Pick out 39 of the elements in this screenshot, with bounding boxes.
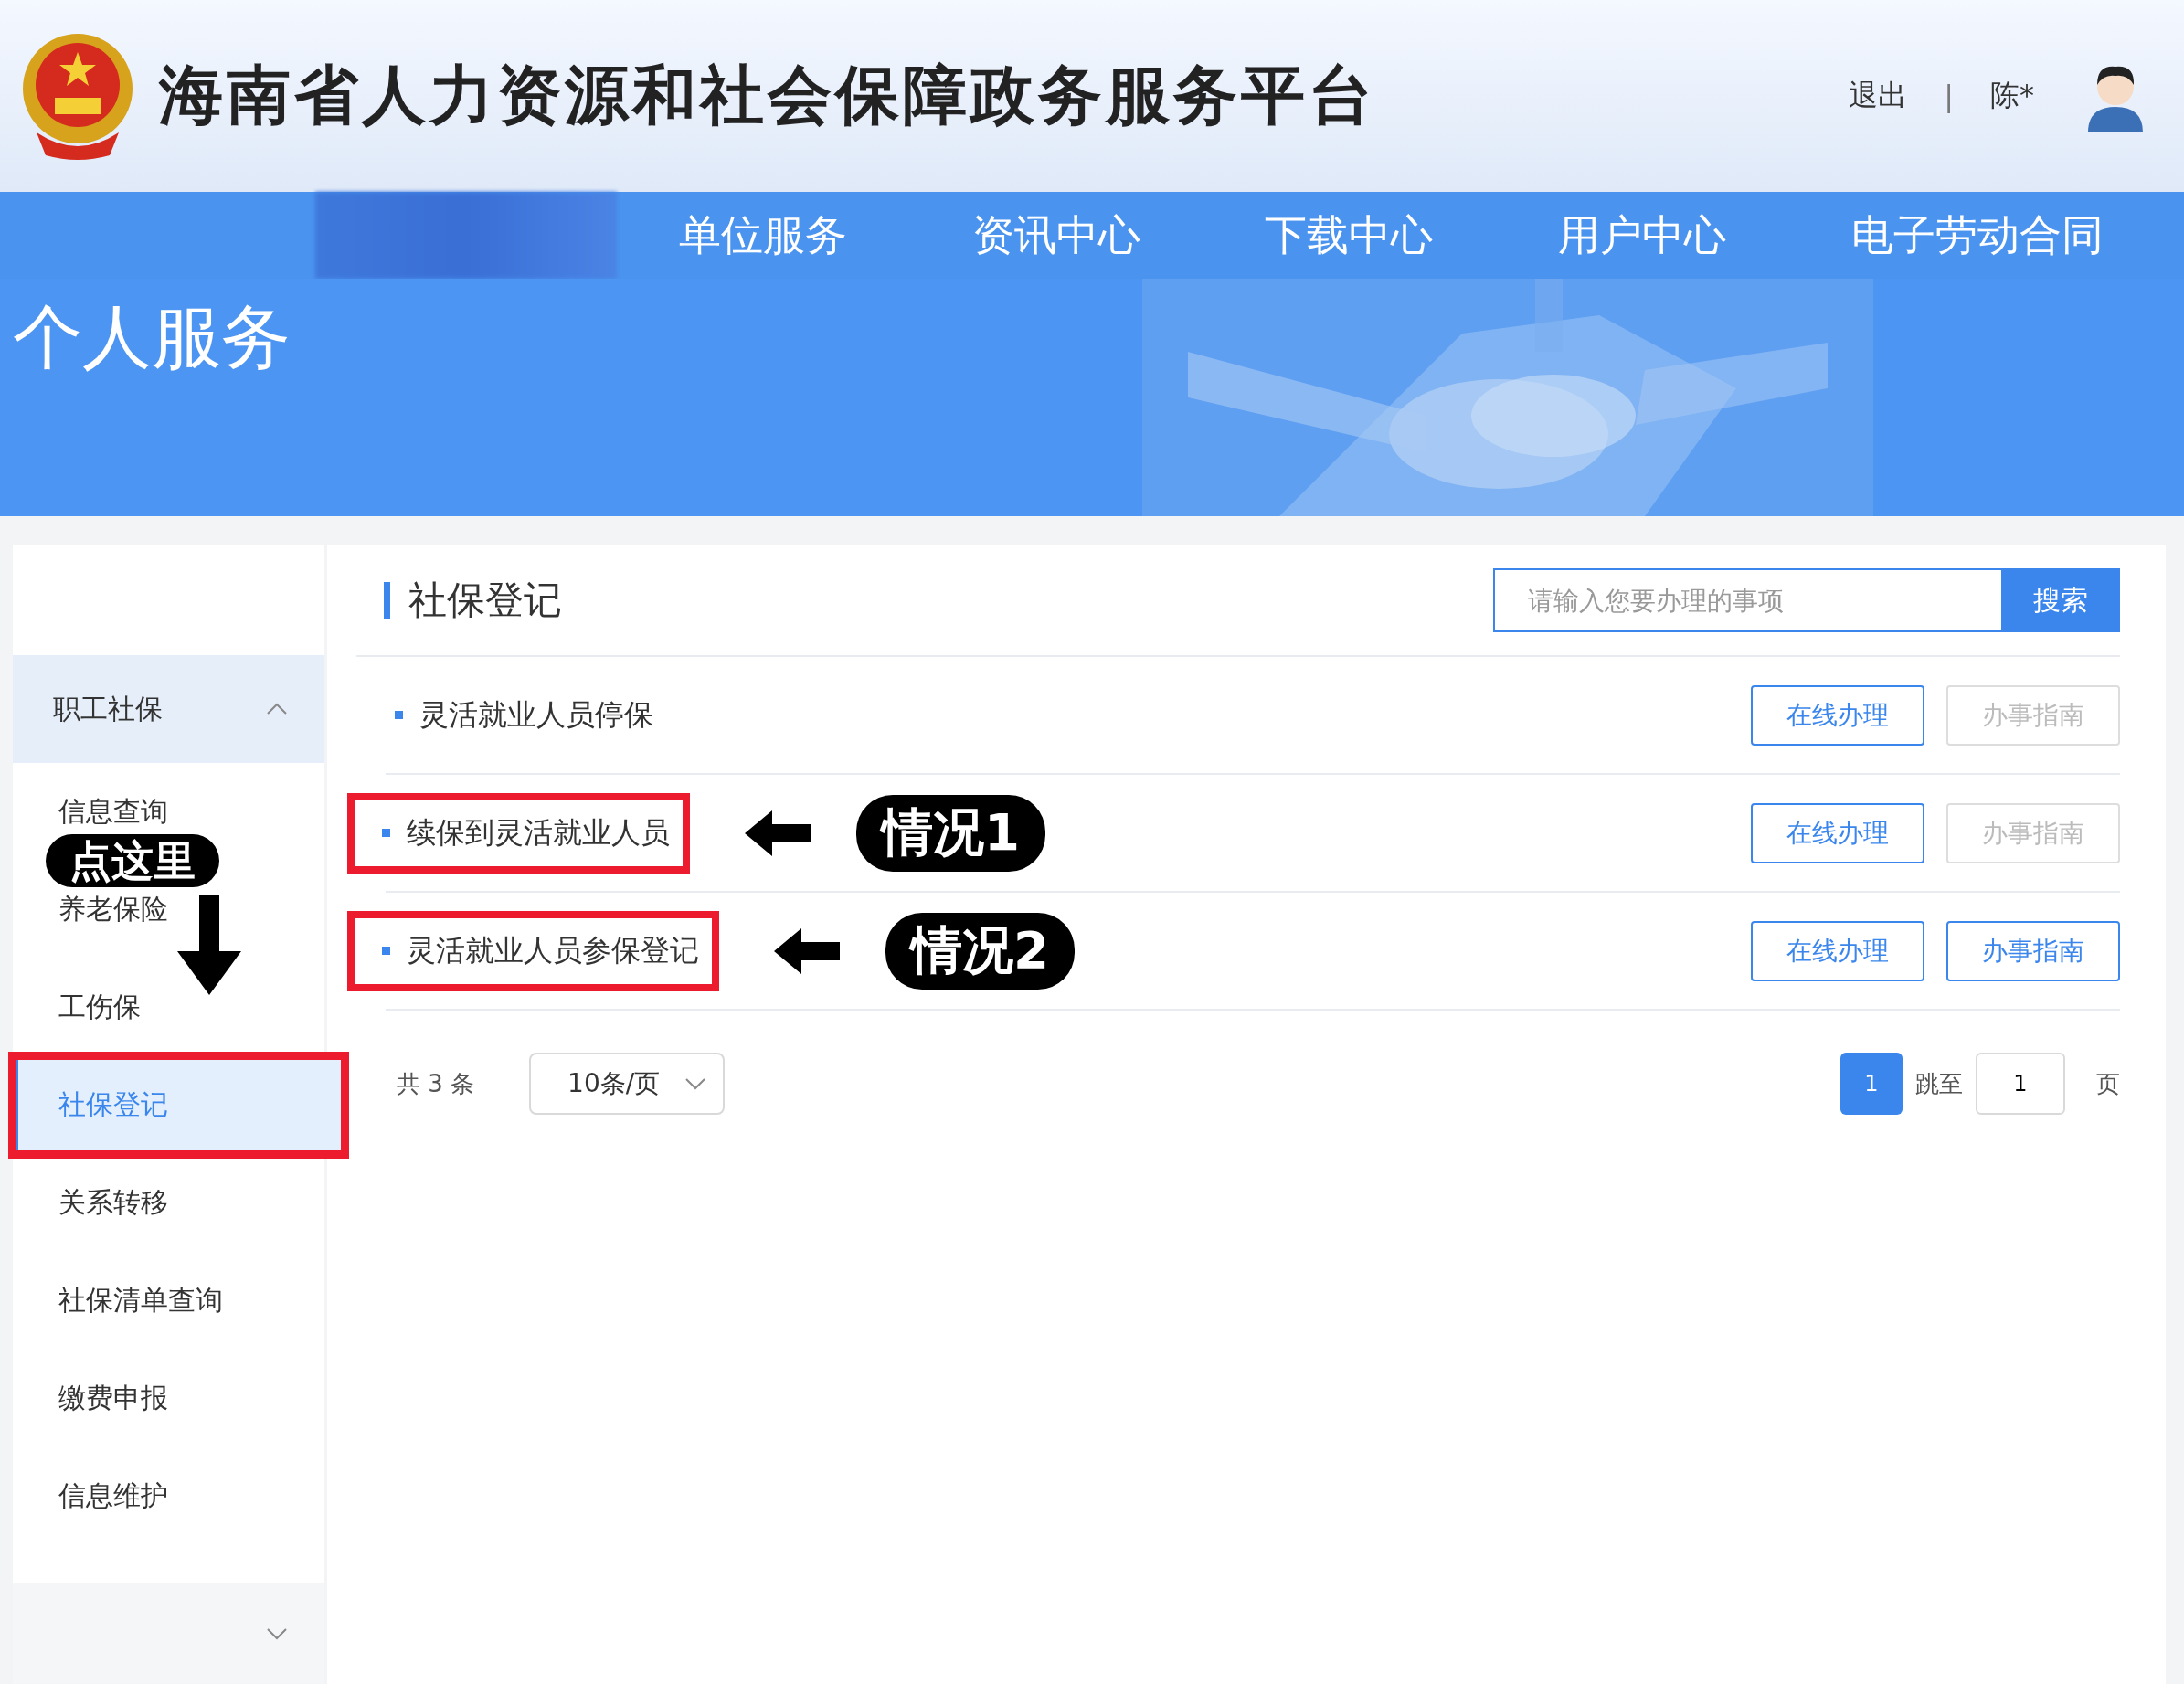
online-button[interactable]: 在线办理 <box>1751 802 1924 863</box>
sidebar-item[interactable]: 关系转移 <box>13 1181 324 1224</box>
search-button[interactable]: 搜索 <box>2001 568 2120 632</box>
logout-link[interactable]: 退出 <box>1849 76 1908 116</box>
online-button[interactable]: 在线办理 <box>1751 920 1924 981</box>
sidebar-group[interactable] <box>13 1583 324 1684</box>
separator: | <box>1944 79 1954 113</box>
jump-label: 跳至 <box>1915 1068 1963 1099</box>
page-size-select[interactable]: 10条/页 <box>529 1053 726 1115</box>
callout-label: 点这里 <box>46 834 219 887</box>
title-marker <box>384 582 390 619</box>
sidebar-item[interactable]: 工伤保 <box>13 986 324 1029</box>
sidebar-item[interactable]: 养老保险 <box>13 888 324 931</box>
page-heading: 个人服务 <box>13 295 291 379</box>
total-count: 共 3 条 <box>397 1068 475 1099</box>
group-label: 职工社保 <box>53 691 163 726</box>
sidebar-item[interactable]: 社保清单查询 <box>13 1279 324 1322</box>
chevron-icon <box>684 1077 707 1090</box>
page-button[interactable]: 1 <box>1840 1053 1903 1115</box>
section-title: 社保登记 <box>408 577 563 624</box>
service-item[interactable]: 续保到灵活就业人员 <box>347 792 690 874</box>
service-item[interactable]: 灵活就业人员参保登记 <box>347 910 719 991</box>
sidebar-item[interactable]: 信息维护 <box>13 1475 324 1518</box>
search-field[interactable]: 请输入您要办理的事项 <box>1493 568 2001 632</box>
site-title: 海南省人力资源和社会保障政务服务平台 <box>159 56 1377 134</box>
arrow-icon <box>745 810 811 856</box>
user-name: 陈* <box>1990 77 2034 114</box>
arrow-icon <box>177 895 241 995</box>
page-unit: 页 <box>2096 1068 2120 1099</box>
sidebar-item[interactable]: 信息查询 <box>13 790 324 833</box>
sidebar-item[interactable]: 缴费申报 <box>13 1377 324 1420</box>
guide-button[interactable]: 办事指南 <box>1946 920 2120 981</box>
callout-label: 情况1 <box>856 794 1045 872</box>
callout-label: 情况2 <box>885 912 1075 990</box>
arrow-icon <box>774 927 840 974</box>
online-button[interactable]: 在线办理 <box>1751 684 1924 746</box>
page-input[interactable]: 1 <box>1976 1053 2065 1115</box>
sidebar-group[interactable]: 职工社保 <box>13 655 324 763</box>
service-item[interactable]: 灵活就业人员停保 <box>375 674 673 756</box>
